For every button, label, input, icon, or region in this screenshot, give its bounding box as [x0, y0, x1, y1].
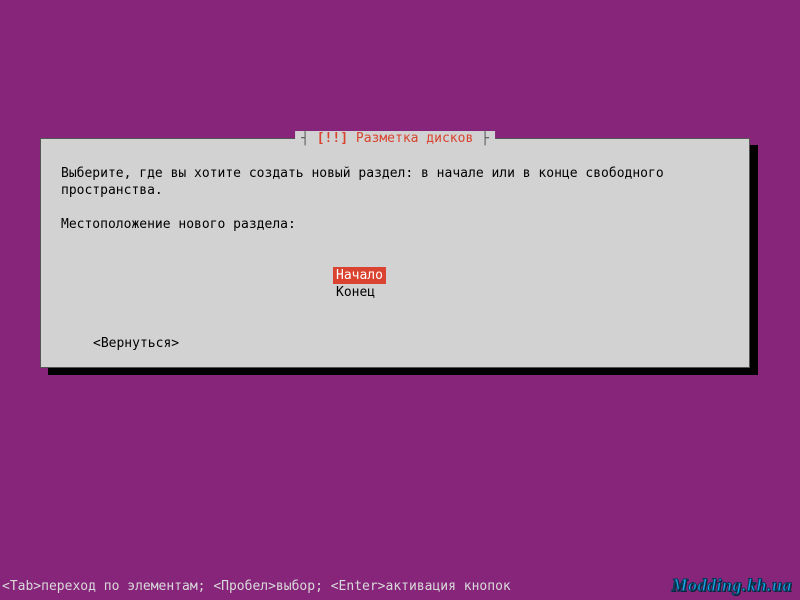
- watermark: Modding.kh.ua: [671, 575, 792, 596]
- title-right-brace: ├: [473, 131, 489, 146]
- help-bar: <Tab>переход по элементам; <Пробел>выбор…: [0, 579, 511, 594]
- instruction-line-1: Выберите, где вы хотите создать новый ра…: [61, 165, 729, 182]
- dialog-title: ┤ [!!] Разметка дисков ├: [295, 131, 495, 146]
- option-end[interactable]: Конец: [333, 284, 378, 301]
- instruction-line-2: пространства.: [61, 182, 729, 199]
- options-list: Начало Конец: [333, 267, 729, 301]
- prompt-label: Местоположение нового раздела:: [61, 216, 729, 233]
- title-bang: [!!]: [317, 131, 348, 146]
- title-text: Разметка дисков: [348, 131, 473, 146]
- go-back-button[interactable]: <Вернуться>: [93, 335, 179, 352]
- dialog-body: Выберите, где вы хотите создать новый ра…: [61, 165, 729, 352]
- partition-dialog: ┤ [!!] Разметка дисков ├ Выберите, где в…: [40, 138, 750, 368]
- option-begin[interactable]: Начало: [333, 267, 386, 284]
- title-left-brace: ┤: [301, 131, 317, 146]
